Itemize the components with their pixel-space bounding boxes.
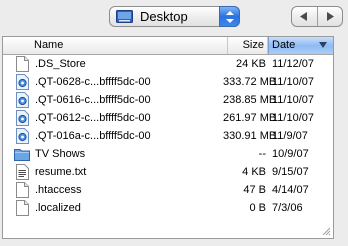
file-size: 24 KB: [236, 58, 266, 70]
file-name: .DS_Store: [35, 58, 86, 70]
updown-arrows-icon: [226, 11, 234, 23]
document-icon: [16, 200, 29, 216]
table-row[interactable]: .localized 0 B 7/3/06: [3, 199, 333, 217]
table-row[interactable]: .QT-0616-c...bffff5dc-00 238.85 MB 11/10…: [3, 91, 333, 109]
quicktime-file-icon: [16, 110, 29, 126]
table-row[interactable]: .htaccess 47 B 4/14/07: [3, 181, 333, 199]
file-name: .QT-016a-c...bffff5dc-00: [35, 130, 151, 142]
folder-icon: [14, 149, 30, 161]
quicktime-file-icon: [16, 74, 29, 90]
history-navigation: [291, 6, 343, 27]
file-name: resume.txt: [35, 166, 87, 178]
file-name: .QT-0612-c...bffff5dc-00: [35, 112, 151, 124]
file-date: 11/9/07: [272, 130, 308, 142]
file-date: 10/9/07: [272, 148, 309, 160]
quicktime-file-icon: [16, 92, 29, 108]
toolbar: Desktop: [0, 0, 348, 36]
text-file-icon: [16, 164, 29, 180]
file-list: Name Size Date .DS_Store 24 KB 11/12/07 …: [2, 36, 334, 239]
location-label: Desktop: [140, 9, 188, 24]
file-date: 7/3/06: [272, 202, 303, 214]
table-row[interactable]: .QT-016a-c...bffff5dc-00 330.91 MB 11/9/…: [3, 127, 333, 145]
column-header: Name Size Date: [3, 37, 333, 55]
column-date-label: Date: [272, 39, 296, 51]
file-date: 4/14/07: [272, 184, 309, 196]
table-row[interactable]: .QT-0628-c...bffff5dc-00 333.72 MB 11/10…: [3, 73, 333, 91]
file-name: .localized: [35, 202, 81, 214]
file-date: 11/10/07: [272, 76, 315, 88]
file-date: 11/10/07: [272, 94, 315, 106]
column-name-header[interactable]: Name: [3, 37, 228, 54]
file-name: .htaccess: [35, 184, 82, 196]
file-size: --: [258, 148, 266, 160]
document-icon: [16, 56, 29, 72]
resize-grip-icon[interactable]: [321, 226, 331, 236]
back-arrow-icon: [300, 12, 307, 21]
file-size: 4 KB: [242, 166, 266, 178]
file-size: 238.85 MB: [223, 94, 277, 106]
file-size: 261.97 MB: [223, 112, 277, 124]
location-popup[interactable]: Desktop: [109, 6, 240, 27]
table-row[interactable]: .DS_Store 24 KB 11/12/07: [3, 55, 333, 73]
file-date: 11/10/07: [272, 112, 315, 124]
column-size-header[interactable]: Size: [228, 37, 268, 54]
back-button[interactable]: [292, 7, 318, 26]
quicktime-file-icon: [16, 128, 29, 144]
desktop-folder-icon: [116, 10, 133, 23]
file-size: 333.72 MB: [223, 76, 277, 88]
file-name: TV Shows: [35, 148, 86, 160]
table-row[interactable]: resume.txt 4 KB 9/15/07: [3, 163, 333, 181]
file-name: .QT-0628-c...bffff5dc-00: [35, 76, 151, 88]
popup-stepper[interactable]: [219, 6, 240, 27]
sort-descending-icon: [319, 42, 327, 48]
file-size: 330.91 MB: [223, 130, 277, 142]
table-row[interactable]: .QT-0612-c...bffff5dc-00 261.97 MB 11/10…: [3, 109, 333, 127]
file-date: 9/15/07: [272, 166, 309, 178]
file-date: 11/12/07: [272, 58, 315, 70]
file-size: 47 B: [243, 184, 266, 196]
forward-arrow-icon: [327, 12, 334, 21]
document-icon: [16, 182, 29, 198]
file-rows: .DS_Store 24 KB 11/12/07 .QT-0628-c...bf…: [3, 55, 333, 217]
file-size: 0 B: [249, 202, 266, 214]
table-row[interactable]: TV Shows -- 10/9/07: [3, 145, 333, 163]
file-name: .QT-0616-c...bffff5dc-00: [35, 94, 151, 106]
forward-button[interactable]: [318, 7, 342, 26]
column-date-header[interactable]: Date: [268, 37, 333, 54]
